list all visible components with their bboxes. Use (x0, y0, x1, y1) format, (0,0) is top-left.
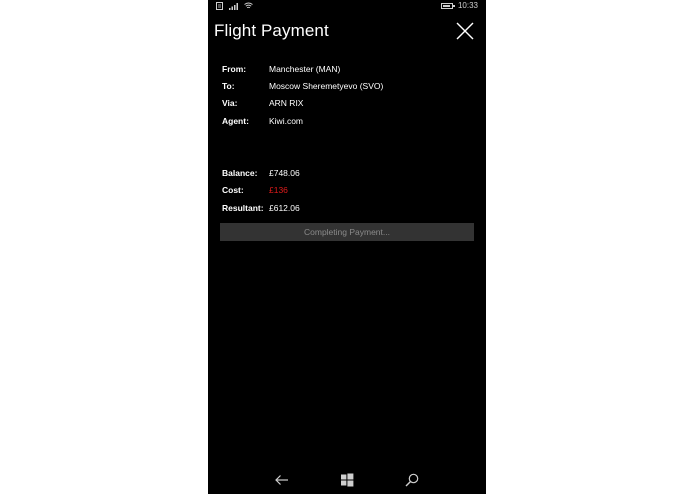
cost-label: Cost: (222, 185, 244, 195)
via-value: ARN RIX (269, 98, 304, 108)
balance-label: Balance: (222, 168, 258, 178)
via-label: Via: (222, 98, 238, 108)
to-row: To: Moscow Sheremetyevo (SVO) (222, 80, 472, 93)
agent-label: Agent: (222, 116, 249, 126)
status-icons-left (216, 2, 253, 10)
close-icon (456, 22, 474, 40)
resultant-label: Resultant: (222, 203, 264, 213)
search-icon (405, 473, 419, 487)
page-title: Flight Payment (214, 21, 329, 40)
close-button[interactable] (456, 22, 474, 40)
battery-icon (440, 2, 455, 9)
wifi-icon (244, 2, 253, 10)
agent-row: Agent: Kiwi.com (222, 115, 472, 128)
status-time: 10:33 (457, 1, 478, 10)
notification-icon (216, 2, 224, 10)
agent-value: Kiwi.com (269, 116, 304, 126)
via-row: Via: ARN RIX (222, 97, 472, 110)
completing-payment-button[interactable]: Completing Payment... (220, 223, 474, 241)
resultant-row: Resultant: £612.06 (222, 202, 472, 215)
back-button[interactable] (274, 472, 290, 488)
balance-value: £748.06 (269, 168, 300, 178)
status-bar: 10:33 (208, 0, 486, 13)
balance-row: Balance: £748.06 (222, 167, 472, 180)
to-label: To: (222, 81, 235, 91)
back-arrow-icon (275, 475, 288, 485)
status-icons-right: 10:33 (440, 1, 478, 10)
cost-value: £136 (269, 185, 288, 195)
to-value: Moscow Sheremetyevo (SVO) (269, 81, 384, 91)
from-value: Manchester (MAN) (269, 64, 341, 74)
navigation-bar (208, 466, 486, 494)
start-button[interactable] (339, 472, 355, 488)
signal-icon (229, 2, 239, 10)
cost-row: Cost: £136 (222, 184, 472, 197)
from-row: From: Manchester (MAN) (222, 63, 472, 76)
resultant-value: £612.06 (269, 203, 300, 213)
windows-start-icon (341, 473, 354, 487)
search-button[interactable] (404, 472, 420, 488)
phone-screen: 10:33 Flight Payment From: Manchester (M… (208, 0, 486, 494)
from-label: From: (222, 64, 247, 74)
